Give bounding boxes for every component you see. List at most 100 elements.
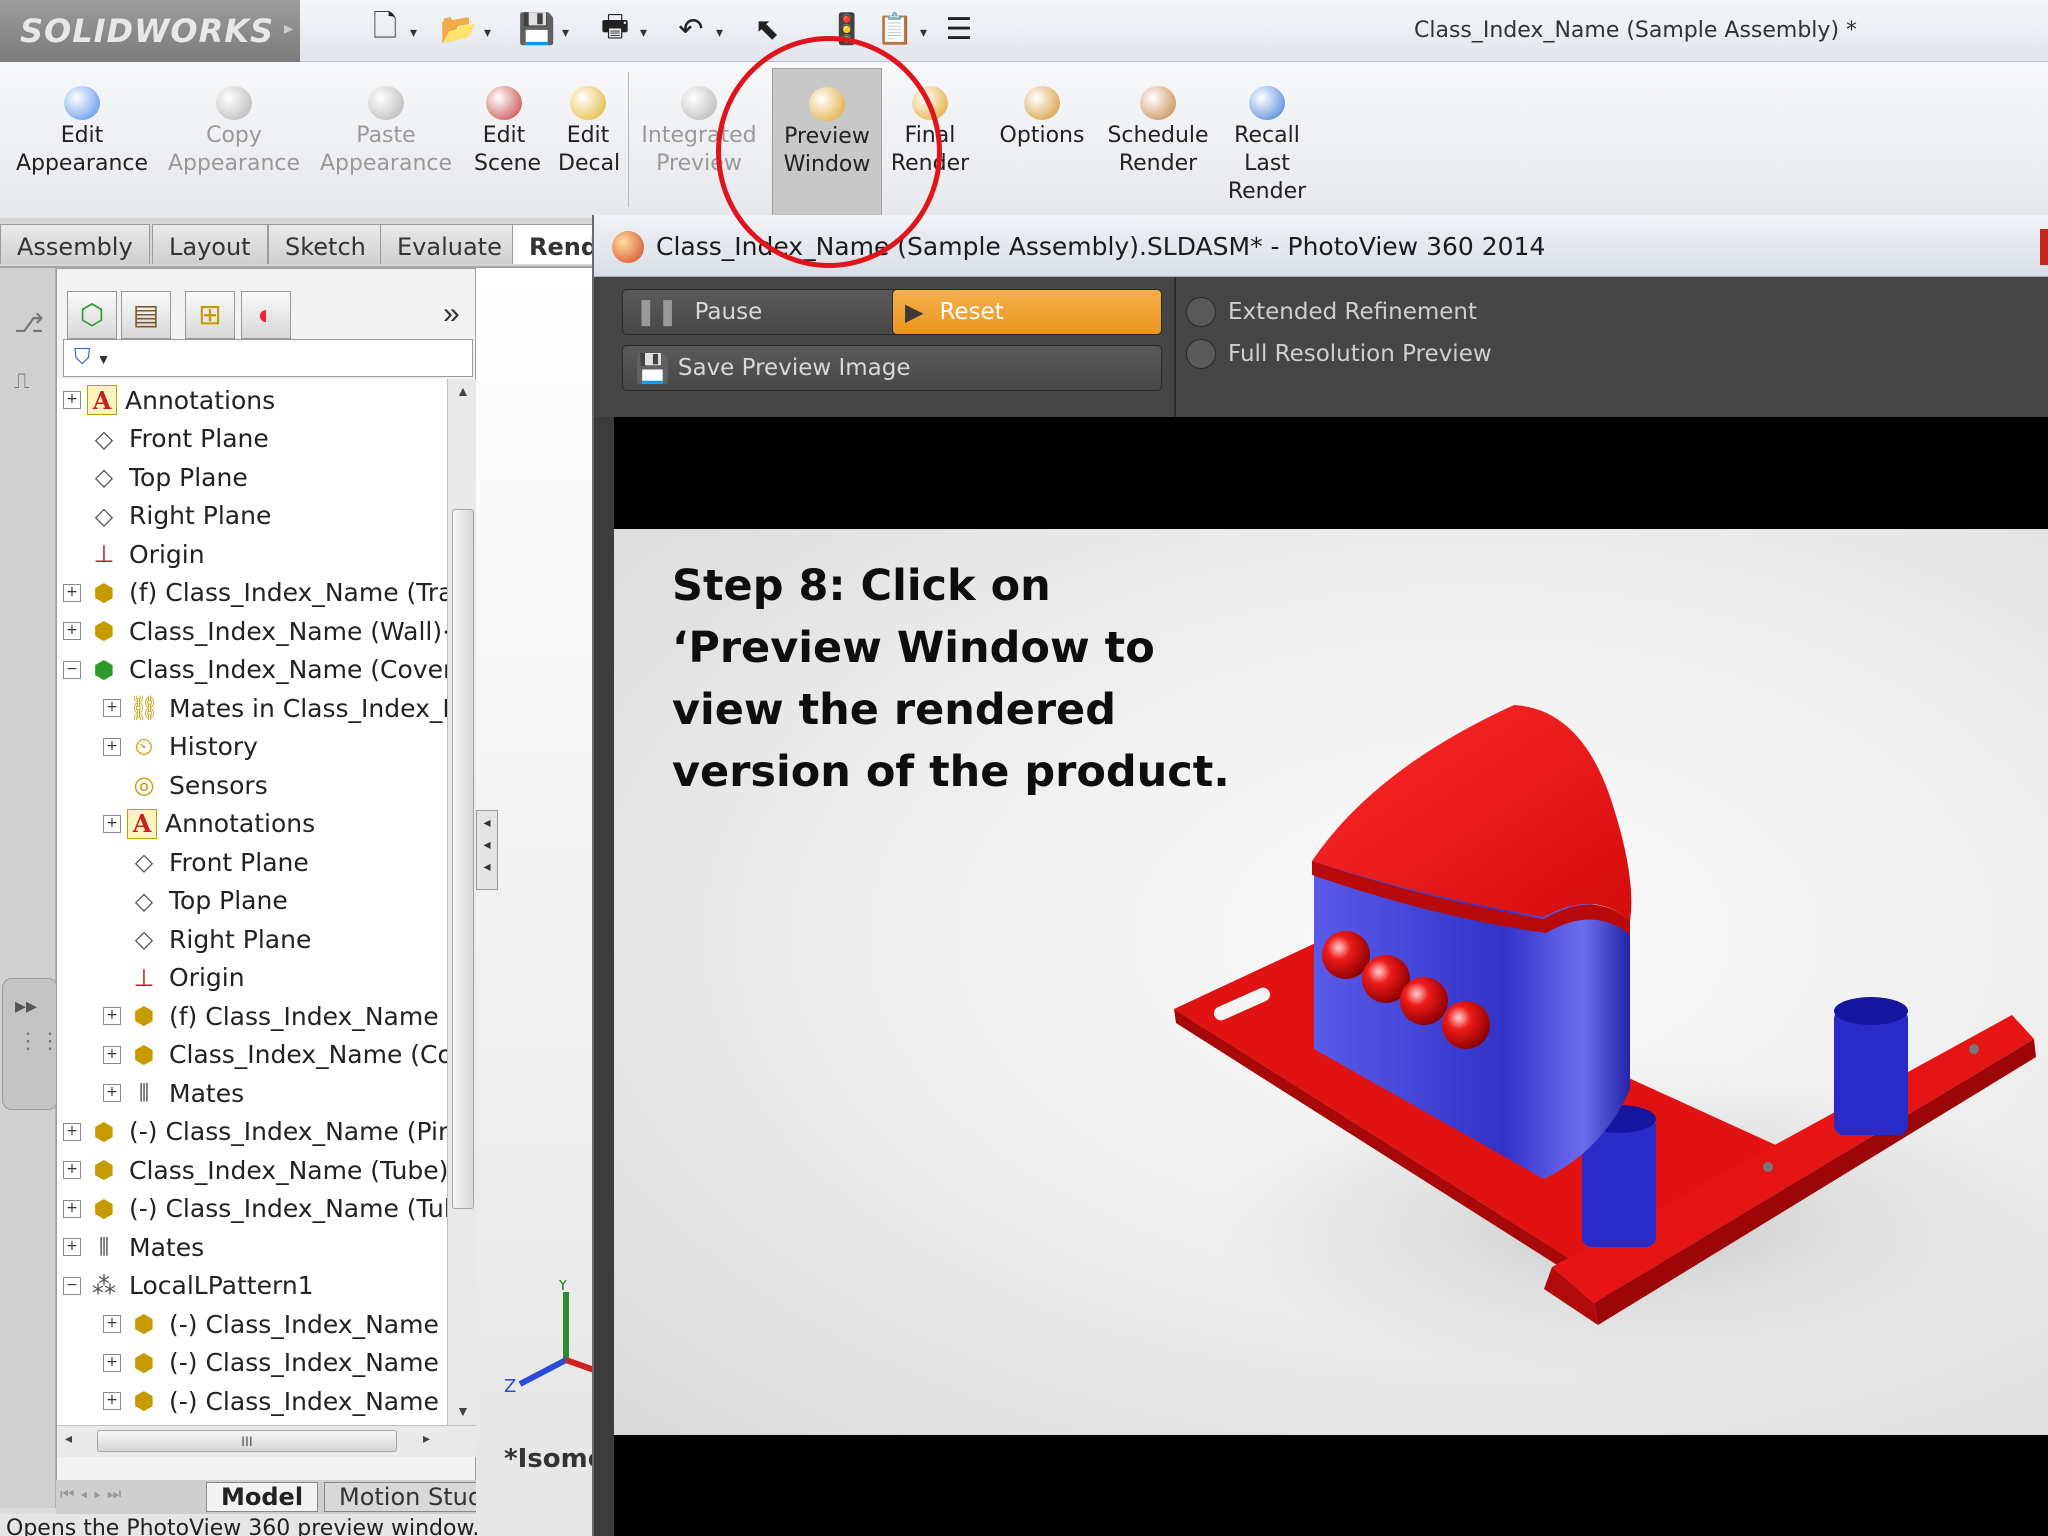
- extended-refinement-toggle[interactable]: [1186, 297, 1216, 327]
- tree-item[interactable]: + ⬢ Class_Index_Name (Tube)<: [63, 1151, 447, 1189]
- ribbon-button-schedule-render[interactable]: Schedule Render: [1104, 86, 1212, 178]
- pause-button[interactable]: ❚❚ Pause: [622, 289, 902, 335]
- tree-item[interactable]: ⊥ Origin: [63, 535, 205, 573]
- scroll-right-icon[interactable]: ▸: [423, 1430, 430, 1447]
- feature-tree-tab-icon[interactable]: ⬡: [67, 291, 117, 339]
- expand-toggle-icon[interactable]: +: [103, 1045, 121, 1064]
- expand-toggle-icon[interactable]: +: [103, 814, 121, 833]
- close-window-icon[interactable]: [2040, 229, 2048, 265]
- expand-toggle-icon[interactable]: +: [103, 1315, 121, 1333]
- menu-expand-arrow-icon[interactable]: ▸: [284, 18, 293, 39]
- expand-toggle-icon[interactable]: +: [103, 1084, 121, 1102]
- tree-item[interactable]: ◇ Top Plane: [103, 882, 288, 920]
- dropdown-arrow-icon[interactable]: ▾: [410, 24, 417, 41]
- expand-toggle-icon[interactable]: +: [63, 1199, 81, 1218]
- tab-navigation-icon[interactable]: ⏮◂▸⏭: [60, 1486, 127, 1504]
- dropdown-arrow-icon[interactable]: ▾: [484, 24, 491, 41]
- save-preview-image-button[interactable]: 💾 Save Preview Image: [622, 345, 1162, 391]
- display-manager-tab-icon[interactable]: ◐: [241, 291, 291, 339]
- tree-item[interactable]: ◇ Right Plane: [103, 920, 312, 958]
- expand-toggle-icon[interactable]: −: [63, 660, 81, 679]
- tree-item[interactable]: + ⬢ (f) Class_Index_Name (Tray: [63, 574, 447, 612]
- tree-item[interactable]: − ⁂ LocalLPattern1: [63, 1267, 314, 1305]
- tree-horizontal-scroll-thumb[interactable]: III: [97, 1430, 397, 1452]
- ribbon-button-paste-appearance[interactable]: Paste Appearance: [318, 86, 454, 178]
- new-document-icon[interactable]: 🗋: [366, 10, 404, 48]
- task-pane-handle[interactable]: ▸▸ ⋮⋮⋮: [2, 978, 83, 1110]
- expand-toggle-icon[interactable]: +: [63, 391, 81, 409]
- ribbon-button-recall-last[interactable]: Recall Last Render: [1222, 86, 1312, 206]
- tree-item[interactable]: + ⬢ (-) Class_Index_Name (: [103, 1344, 447, 1382]
- tree-item[interactable]: ◇ Front Plane: [103, 843, 309, 881]
- ribbon-button-edit-scene[interactable]: Edit Scene: [474, 86, 541, 178]
- step-icon[interactable]: ⎍: [14, 368, 29, 394]
- dropdown-arrow-icon[interactable]: ▾: [716, 24, 723, 41]
- scroll-left-icon[interactable]: ◂: [65, 1430, 72, 1447]
- configuration-manager-tab-icon[interactable]: ⊞: [185, 291, 235, 339]
- tree-item[interactable]: ◇ Front Plane: [63, 420, 269, 458]
- expand-toggle-icon[interactable]: −: [63, 1276, 81, 1295]
- scroll-up-icon[interactable]: ▲: [456, 383, 470, 399]
- expand-toggle-icon[interactable]: +: [103, 737, 121, 756]
- tree-item[interactable]: + ⬢ (-) Class_Index_Name (: [103, 1305, 447, 1343]
- tree-vertical-scroll-thumb[interactable]: [452, 509, 474, 1209]
- collapse-panel-button[interactable]: ◂ ◂ ◂: [476, 810, 498, 890]
- tree-item[interactable]: + A Annotations: [63, 381, 275, 419]
- tree-item[interactable]: + ⛓ Mates in Class_Index_N: [103, 689, 447, 727]
- solidworks-logo[interactable]: SOLIDWORKS: [0, 0, 300, 62]
- tree-item[interactable]: + ⫴ Mates: [63, 1228, 204, 1266]
- reset-button[interactable]: ▶ Reset: [892, 289, 1162, 335]
- tree-horizontal-scrollbar[interactable]: ◂ III ▸: [57, 1425, 477, 1457]
- expand-toggle-icon[interactable]: +: [103, 1007, 121, 1025]
- expand-toggle-icon[interactable]: +: [103, 699, 121, 717]
- tree-item[interactable]: ◇ Top Plane: [63, 458, 248, 496]
- tree-item[interactable]: + ⏲ History: [103, 728, 258, 766]
- tab-sketch[interactable]: Sketch: [268, 224, 383, 264]
- tree-item[interactable]: + ⬢ Class_Index_Name (Wall)<: [63, 612, 447, 650]
- ribbon-button-options[interactable]: Options: [994, 86, 1090, 150]
- full-resolution-preview-checkbox[interactable]: Full Resolution Preview: [1186, 339, 1492, 369]
- property-manager-tab-icon[interactable]: ▤: [121, 291, 171, 339]
- tab-model[interactable]: Model: [206, 1482, 319, 1512]
- expand-toggle-icon[interactable]: +: [103, 1392, 121, 1410]
- dropdown-arrow-icon[interactable]: ▾: [920, 24, 927, 41]
- expand-toggle-icon[interactable]: +: [63, 1122, 81, 1141]
- scroll-down-icon[interactable]: ▼: [456, 1403, 470, 1419]
- ribbon-button-edit-decal[interactable]: Edit Decal: [558, 86, 620, 178]
- expand-panel-icon[interactable]: »: [443, 297, 460, 331]
- tree-item[interactable]: + ⫴ Mates: [103, 1074, 244, 1112]
- expand-toggle-icon[interactable]: +: [63, 583, 81, 602]
- open-folder-icon[interactable]: 📂: [440, 10, 478, 48]
- ribbon-button-copy-appearance[interactable]: Copy Appearance: [166, 86, 302, 178]
- expand-toggle-icon[interactable]: +: [63, 1238, 81, 1256]
- tree-item[interactable]: − ⬢ Class_Index_Name (Cover: [63, 651, 447, 689]
- tab-layout[interactable]: Layout: [152, 224, 268, 264]
- extended-refinement-checkbox[interactable]: Extended Refinement: [1186, 297, 1477, 327]
- expand-toggle-icon[interactable]: +: [63, 1161, 81, 1179]
- tree-item[interactable]: + ⬢ (-) Class_Index_Name (Pin): [63, 1113, 447, 1151]
- dropdown-arrow-icon[interactable]: ▾: [562, 24, 569, 41]
- options-list-icon[interactable]: ☰: [940, 10, 978, 48]
- save-icon[interactable]: 💾: [518, 10, 556, 48]
- print-icon[interactable]: 🖶: [596, 10, 634, 48]
- tree-item[interactable]: ◎ Sensors: [103, 766, 268, 804]
- select-arrow-icon[interactable]: ⬉: [748, 10, 786, 48]
- component-icon[interactable]: ⎇: [14, 308, 44, 339]
- tab-evaluate[interactable]: Evaluate: [380, 224, 519, 264]
- ribbon-button-edit-appearance[interactable]: Edit Appearance: [14, 86, 150, 178]
- tree-filter[interactable]: ⛉ ▼: [63, 339, 473, 377]
- tree-item[interactable]: + ⬢ (f) Class_Index_Name (: [103, 997, 447, 1035]
- render-viewport[interactable]: Step 8: Click on ‘Preview Window to view…: [614, 417, 2048, 1536]
- full-resolution-preview-toggle[interactable]: [1186, 339, 1216, 369]
- expand-toggle-icon[interactable]: +: [63, 622, 81, 640]
- expand-toggle-icon[interactable]: +: [103, 1353, 121, 1372]
- tree-item[interactable]: + ⬢ (-) Class_Index_Name (Tub: [63, 1190, 447, 1228]
- tree-item[interactable]: + ⬢ (-) Class_Index_Name (: [103, 1382, 447, 1420]
- tab-assembly[interactable]: Assembly: [0, 224, 150, 264]
- file-properties-icon[interactable]: 📋: [876, 10, 914, 48]
- undo-icon[interactable]: ↶: [672, 10, 710, 48]
- tree-item[interactable]: + ⬢ Class_Index_Name (Co: [103, 1036, 447, 1074]
- tree-item[interactable]: + A Annotations: [103, 805, 315, 843]
- tree-item[interactable]: ⊥ Origin: [103, 959, 245, 997]
- tree-item[interactable]: ◇ Right Plane: [63, 497, 272, 535]
